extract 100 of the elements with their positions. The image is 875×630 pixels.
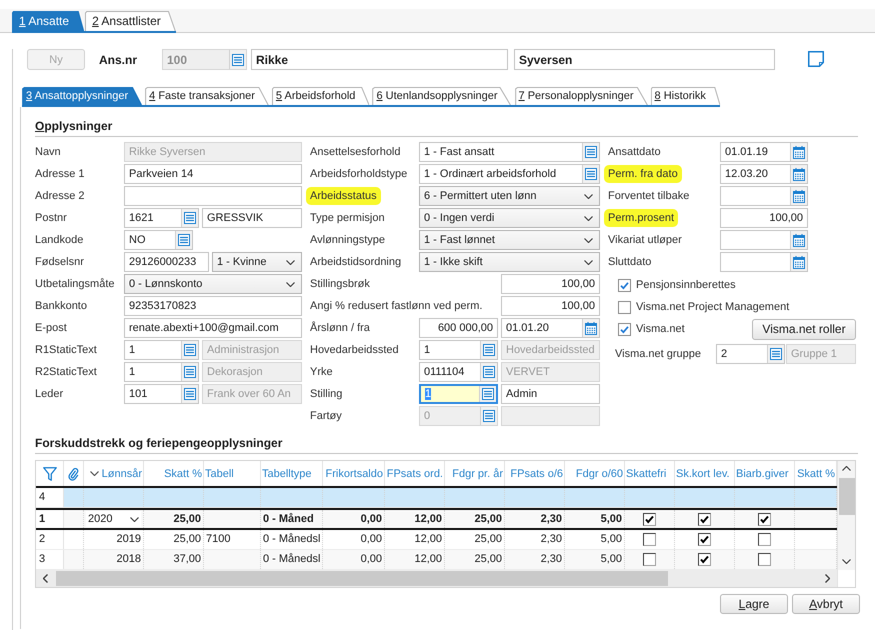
tab[interactable]: 5 Arbeidsforhold xyxy=(272,87,370,105)
lookup-field[interactable]: 1 xyxy=(124,362,199,382)
checkbox[interactable] xyxy=(698,552,711,566)
date-field[interactable] xyxy=(720,252,808,272)
lookup-button[interactable] xyxy=(582,165,599,183)
scrollbar-thumb[interactable] xyxy=(838,478,854,515)
lookup-button[interactable] xyxy=(181,363,198,381)
lookup-field[interactable]: 2 xyxy=(716,344,785,364)
checkbox[interactable] xyxy=(698,533,711,546)
column-header[interactable]: Lønnsår xyxy=(84,461,144,486)
calendar-button[interactable] xyxy=(790,187,807,205)
lookup-field[interactable]: 1 - Ordinært arbeidsforhold xyxy=(419,164,600,184)
text-field[interactable]: 92353170823 xyxy=(124,296,302,316)
checkbox[interactable] xyxy=(698,512,711,526)
calendar-button[interactable] xyxy=(790,253,807,271)
tab[interactable]: 8 Historikk xyxy=(650,87,720,105)
tab[interactable]: 2 Ansattlister xyxy=(85,11,176,31)
paperclip-icon[interactable] xyxy=(68,466,79,480)
date-field[interactable]: 01.01.19 xyxy=(720,142,808,162)
number-field[interactable]: 100,00 xyxy=(720,208,808,228)
column-header[interactable]: Tabell xyxy=(204,461,261,486)
text-field[interactable]: Rikke xyxy=(251,49,508,70)
column-header[interactable]: Fdgr o/60 xyxy=(565,461,625,486)
checkbox[interactable] xyxy=(643,512,656,526)
checkbox[interactable] xyxy=(643,552,656,566)
save-button[interactable]: Lagre xyxy=(720,594,788,614)
calendar-button[interactable] xyxy=(790,165,807,183)
checkbox[interactable] xyxy=(643,533,656,546)
dropdown[interactable]: 1 - Ikke skift xyxy=(419,252,600,272)
lookup-field[interactable]: 1621 xyxy=(124,208,199,228)
text-field[interactable]: Syversen xyxy=(514,49,775,70)
lookup-button[interactable] xyxy=(175,231,192,249)
scrollbar-thumb[interactable] xyxy=(56,571,668,586)
cancel-button[interactable]: Avbryt xyxy=(792,594,860,614)
text-field[interactable] xyxy=(124,186,302,206)
dropdown[interactable]: 1 - Kvinne xyxy=(212,252,302,272)
lookup-field[interactable]: 1 - Fast ansatt xyxy=(419,142,600,162)
tab[interactable]: 6 Utenlandsopplysninger xyxy=(372,87,512,105)
checkbox[interactable] xyxy=(618,300,631,314)
number-field[interactable]: 600 000,00 xyxy=(419,318,498,338)
dropdown[interactable]: 1 - Fast lønnet xyxy=(419,230,600,250)
text-field[interactable]: 29126000233 xyxy=(124,252,209,272)
column-header[interactable]: Fdgr pr. år xyxy=(445,461,505,486)
lookup-button[interactable] xyxy=(479,386,496,402)
column-header[interactable]: Skattefri xyxy=(625,461,675,486)
column-header[interactable]: FPsats ord. xyxy=(385,461,445,486)
tab[interactable]: 1 Ansatte xyxy=(12,11,84,31)
lookup-field[interactable]: NO xyxy=(124,230,193,250)
checkbox-label[interactable]: Pensjonsinnberettes xyxy=(636,279,736,291)
lookup-button[interactable] xyxy=(181,385,198,403)
vertical-scrollbar[interactable] xyxy=(838,461,855,570)
lookup-button[interactable] xyxy=(767,345,784,363)
table-row[interactable]: 1 2020 25,00 0 - Måned 0,00 12,00 25,00 2,30 5,00 xyxy=(36,508,837,530)
date-field[interactable] xyxy=(720,230,808,250)
lookup-button[interactable] xyxy=(181,209,198,227)
date-field[interactable]: 12.03.20 xyxy=(720,164,808,184)
lookup-button[interactable] xyxy=(582,143,599,161)
checkbox-label[interactable]: Visma.net Project Management xyxy=(636,301,790,313)
lookup-button[interactable] xyxy=(480,363,497,381)
dropdown[interactable]: 6 - Permittert uten lønn xyxy=(419,186,600,206)
checkbox[interactable] xyxy=(758,552,771,566)
calendar-button[interactable] xyxy=(790,143,807,161)
checkbox[interactable] xyxy=(618,322,631,336)
number-field[interactable]: 100,00 xyxy=(501,296,600,316)
checkbox-label[interactable]: Visma.net xyxy=(636,323,685,335)
text-field[interactable]: GRESSVIK xyxy=(202,208,302,228)
filter-icon[interactable] xyxy=(42,466,56,480)
horizontal-scrollbar[interactable] xyxy=(36,570,837,587)
number-field[interactable]: 100,00 xyxy=(501,274,600,294)
text-field[interactable]: renate.abexti+100@gmail.com xyxy=(124,318,302,338)
checkbox[interactable] xyxy=(618,278,631,292)
text-field[interactable]: Admin xyxy=(501,384,600,404)
lookup-field[interactable]: 1 xyxy=(419,340,498,360)
dropdown[interactable]: 0 - Lønnskonto xyxy=(124,274,302,294)
lookup-field[interactable]: 101 xyxy=(124,384,199,404)
calendar-button[interactable] xyxy=(790,231,807,249)
text-field[interactable]: Parkveien 14 xyxy=(124,164,302,184)
lookup-field[interactable]: 1 xyxy=(124,340,199,360)
date-field[interactable]: 01.01.20 xyxy=(501,318,600,338)
dropdown[interactable]: 2020 xyxy=(86,511,141,527)
checkbox[interactable] xyxy=(758,533,771,546)
lookup-button[interactable] xyxy=(181,341,198,359)
column-header[interactable]: Biarb.giver xyxy=(735,461,795,486)
column-header[interactable]: Frikortsaldo xyxy=(323,461,385,486)
lookup-button[interactable] xyxy=(480,341,497,359)
date-field[interactable] xyxy=(720,186,808,206)
dropdown[interactable]: 0 - Ingen verdi xyxy=(419,208,600,228)
column-header[interactable]: FPsats o/6 xyxy=(505,461,565,486)
table-row[interactable]: 3 2018 37,00 0 - Månedsl 0,00 12,00 25,00 2,30 5,00 xyxy=(36,550,837,570)
tab[interactable]: 3 Ansattopplysninger xyxy=(22,87,142,105)
column-header[interactable]: Skatt % xyxy=(144,461,204,486)
note-icon[interactable] xyxy=(808,51,824,68)
column-header[interactable]: Tabelltype xyxy=(261,461,323,486)
tab[interactable]: 4 Faste transaksjoner xyxy=(145,87,269,105)
lookup-field[interactable]: 0111104 xyxy=(419,362,498,382)
roles-button[interactable]: Visma.net roller xyxy=(752,318,856,340)
calendar-button[interactable] xyxy=(582,319,599,337)
column-header[interactable]: Skatt % xyxy=(795,461,837,486)
checkbox[interactable] xyxy=(758,512,771,526)
column-header[interactable]: Sk.kort lev. xyxy=(675,461,735,486)
